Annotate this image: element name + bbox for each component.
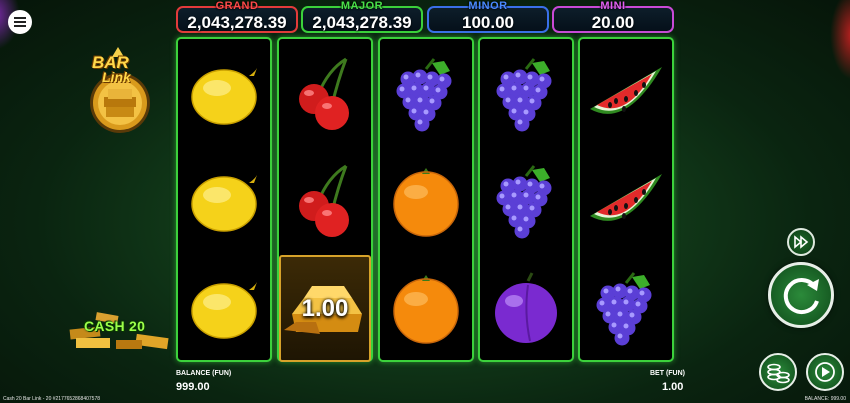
cherry-symbol [279, 41, 371, 148]
gold-bar-value: 1.00 [301, 295, 349, 322]
jackpot-minor-label: MINOR [468, 0, 508, 12]
reel-1 [176, 37, 272, 362]
reel-3 [378, 37, 474, 362]
footer-balance: BALANCE: 999.00 [804, 396, 846, 402]
jackpot-minor: MINOR 100.00 [427, 0, 549, 33]
hamburger-icon [14, 17, 26, 27]
cash-20-text: CASH 20 [84, 318, 146, 334]
jackpot-mini: MINI 20.00 [552, 0, 674, 33]
plum-symbol [480, 255, 572, 362]
autoplay-icon [815, 362, 835, 382]
reel-4 [478, 37, 574, 362]
fast-forward-icon [794, 235, 809, 249]
jackpot-grand: GRAND 2,043,278.39 [176, 0, 298, 33]
coin-stack-icon [767, 363, 790, 384]
reel-2: 1.00 [277, 37, 373, 362]
spin-arrow-icon [783, 278, 819, 315]
jackpot-grand-label: GRAND [215, 0, 259, 12]
jackpot-minor-value: 100.00 [462, 13, 514, 32]
bet-label: BET (FUN) [650, 370, 685, 377]
orange-symbol [380, 255, 472, 362]
grapes-symbol [580, 255, 672, 362]
logo-text-link: Link [102, 69, 131, 85]
gold-bar-symbol: 1.00 [279, 255, 371, 362]
grapes-symbol [480, 148, 572, 255]
watermelon-symbol [580, 41, 672, 148]
corner-glow-right [830, 0, 850, 80]
spin-button[interactable] [768, 262, 834, 328]
grapes-symbol [480, 41, 572, 148]
jackpot-major-label: MAJOR [340, 0, 384, 12]
footer-game-info: Cash 20 Bar Link - 20 #2177652868407578 [3, 396, 101, 402]
cherry-symbol [279, 148, 371, 255]
lemon-symbol [178, 148, 270, 255]
cash-20-logo: CASH 20 [66, 306, 176, 356]
grapes-symbol [380, 41, 472, 148]
bet-value: 1.00 [662, 381, 684, 393]
bar-link-logo: BAR Link [82, 45, 156, 135]
watermelon-symbol [580, 148, 672, 255]
balance-label: BALANCE (FUN) [176, 370, 232, 377]
lemon-symbol [178, 41, 270, 148]
bet-settings-button[interactable] [759, 353, 797, 391]
autoplay-button[interactable] [806, 353, 844, 391]
menu-button[interactable] [8, 10, 32, 34]
jackpot-major-value: 2,043,278.39 [312, 13, 412, 32]
jackpot-major: MAJOR 2,043,278.39 [301, 0, 423, 33]
lemon-symbol [178, 255, 270, 362]
turbo-button[interactable] [787, 228, 815, 256]
orange-symbol [380, 148, 472, 255]
jackpot-grand-value: 2,043,278.39 [187, 13, 287, 32]
jackpot-mini-label: MINI [600, 0, 626, 12]
balance-value: 999.00 [176, 381, 210, 393]
reel-5 [578, 37, 674, 362]
jackpot-mini-value: 20.00 [591, 13, 635, 32]
